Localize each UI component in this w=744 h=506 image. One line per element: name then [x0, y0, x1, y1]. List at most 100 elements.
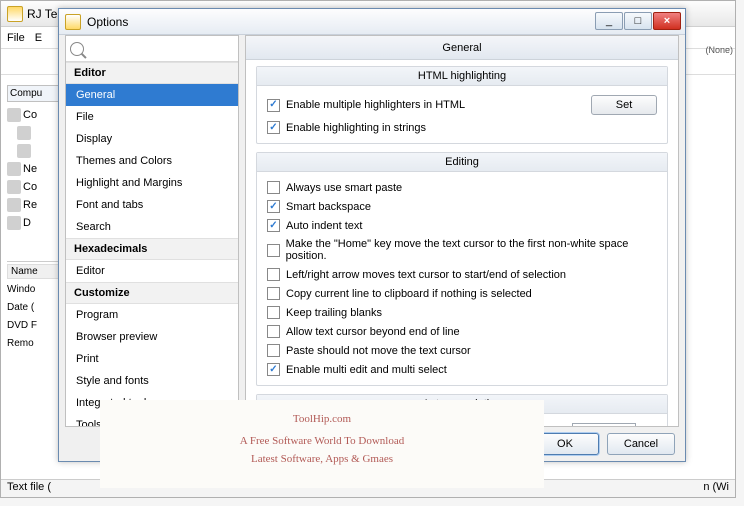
minimize-button[interactable]: _: [595, 12, 623, 30]
checkbox-label: Make the "Home" key move the text cursor…: [286, 238, 657, 262]
tree-item[interactable]: Re: [7, 196, 63, 214]
nav-item-themes[interactable]: Themes and Colors: [66, 150, 238, 172]
nav-item-general[interactable]: General: [66, 84, 238, 106]
app-title: RJ Te: [27, 7, 57, 21]
dialog-title: Options: [87, 15, 128, 29]
checkbox-label: Always use smart paste: [286, 182, 402, 194]
tree-item[interactable]: [7, 142, 63, 160]
file-list-header[interactable]: Name: [7, 264, 65, 279]
nav-item-font[interactable]: Font and tabs: [66, 194, 238, 216]
checkbox-label: Enable highlighting in strings: [286, 122, 426, 134]
checkbox-editing-0[interactable]: [267, 181, 280, 194]
nav-header-customize: Customize: [66, 282, 238, 304]
tree-item[interactable]: Ne: [7, 160, 63, 178]
content-body: HTML highlighting Enable multiple highli…: [246, 60, 678, 426]
tree-item[interactable]: D: [7, 214, 63, 232]
menu-edit[interactable]: E: [35, 32, 42, 44]
checkbox-editing-4[interactable]: [267, 268, 280, 281]
list-item[interactable]: DVD F: [7, 317, 65, 335]
checkbox-label: Left/right arrow moves text cursor to st…: [286, 269, 566, 281]
nav-search-bar: [66, 36, 238, 62]
options-nav: Editor General File Display Themes and C…: [65, 35, 239, 427]
side-panel: Compu Co Ne Co Re D: [7, 85, 63, 232]
checkbox-editing-2[interactable]: [267, 219, 280, 232]
option-row: Copy current line to clipboard if nothin…: [267, 284, 657, 303]
file-list: Name Windo Date ( DVD F Remo: [7, 261, 65, 353]
search-icon: [70, 42, 84, 56]
dialog-titlebar: Options _ □ ×: [59, 9, 685, 35]
checkbox-editing-6[interactable]: [267, 306, 280, 319]
checkbox-editing-3[interactable]: [267, 244, 280, 257]
list-item[interactable]: Windo: [7, 281, 65, 299]
checkbox-editing-5[interactable]: [267, 287, 280, 300]
section-editing: Editing Always use smart paste Smart back…: [256, 152, 668, 386]
checkbox-label: Keep trailing blanks: [286, 307, 382, 319]
folder-icon: [7, 216, 21, 230]
options-content: General HTML highlighting Enable multipl…: [245, 35, 679, 427]
cancel-button[interactable]: Cancel: [607, 433, 675, 455]
nav-list: Editor General File Display Themes and C…: [66, 62, 238, 426]
checkbox-editing-7[interactable]: [267, 325, 280, 338]
menu-file[interactable]: File: [7, 32, 25, 44]
checkbox-label: Enable multiple highlighters in HTML: [286, 99, 585, 111]
checkbox-enable-multi-highlighters[interactable]: [267, 99, 280, 112]
nav-item-hex-editor[interactable]: Editor: [66, 260, 238, 282]
dialog-footer: OK Cancel: [531, 433, 675, 455]
set-button[interactable]: Set: [591, 95, 657, 115]
checkbox-label: Smart backspace: [286, 201, 371, 213]
close-button[interactable]: ×: [653, 12, 681, 30]
section-header: Editing: [257, 153, 667, 172]
tree-item[interactable]: Co: [7, 106, 63, 124]
option-row: Paste should not move the text cursor: [267, 341, 657, 360]
nav-header-hex: Hexadecimals: [66, 238, 238, 260]
close-icon: ×: [664, 15, 670, 27]
maximize-button[interactable]: □: [624, 12, 652, 30]
options-icon: [65, 14, 81, 30]
nav-item-print[interactable]: Print: [66, 348, 238, 370]
recycle-icon: [7, 198, 21, 212]
checkbox-editing-9[interactable]: [267, 363, 280, 376]
list-item[interactable]: Remo: [7, 335, 65, 353]
search-input[interactable]: [88, 43, 234, 55]
checkbox-label: Auto indent text: [286, 220, 362, 232]
content-title: General: [246, 36, 678, 60]
nav-header-editor: Editor: [66, 62, 238, 84]
checkbox-enable-string-highlighting[interactable]: [267, 121, 280, 134]
checkbox-editing-1[interactable]: [267, 200, 280, 213]
list-item[interactable]: Date (: [7, 299, 65, 317]
nav-item-highlight[interactable]: Highlight and Margins: [66, 172, 238, 194]
nav-item-search[interactable]: Search: [66, 216, 238, 238]
section-html-highlighting: HTML highlighting Enable multiple highli…: [256, 66, 668, 144]
options-dialog: Options _ □ × Editor General File Displa…: [58, 8, 686, 462]
nav-item-browser[interactable]: Browser preview: [66, 326, 238, 348]
nav-item-file[interactable]: File: [66, 106, 238, 128]
app-icon: [7, 6, 23, 22]
drive-icon: [7, 108, 21, 122]
option-row: Enable multi edit and multi select: [267, 360, 657, 379]
tree-item[interactable]: Co: [7, 178, 63, 196]
status-left: Text file (: [7, 481, 51, 496]
checkbox-label: Enable multi edit and multi select: [286, 364, 447, 376]
drive-icon: [17, 126, 31, 140]
option-row: Keep trailing blanks: [267, 303, 657, 322]
watermark-banner: ToolHip.com A Free Software World To Dow…: [100, 400, 544, 488]
checkbox-editing-8[interactable]: [267, 344, 280, 357]
checkbox-label: Copy current line to clipboard if nothin…: [286, 288, 532, 300]
drive-icon: [17, 144, 31, 158]
section-header: HTML highlighting: [257, 67, 667, 86]
tree-item[interactable]: [7, 124, 63, 142]
status-right: n (Wi: [703, 481, 729, 496]
network-icon: [7, 162, 21, 176]
control-icon: [7, 180, 21, 194]
nav-item-display[interactable]: Display: [66, 128, 238, 150]
option-row: Left/right arrow moves text cursor to st…: [267, 265, 657, 284]
option-row: Enable multiple highlighters in HTML Set: [267, 92, 657, 118]
option-row: Allow text cursor beyond end of line: [267, 322, 657, 341]
banner-line1: ToolHip.com: [293, 413, 351, 425]
checkbox-label: Paste should not move the text cursor: [286, 345, 471, 357]
nav-item-style[interactable]: Style and fonts: [66, 370, 238, 392]
delay-combo[interactable]: 1000 ▼: [572, 423, 636, 426]
nav-item-program[interactable]: Program: [66, 304, 238, 326]
option-row: Auto indent text: [267, 216, 657, 235]
option-row: Always use smart paste: [267, 178, 657, 197]
